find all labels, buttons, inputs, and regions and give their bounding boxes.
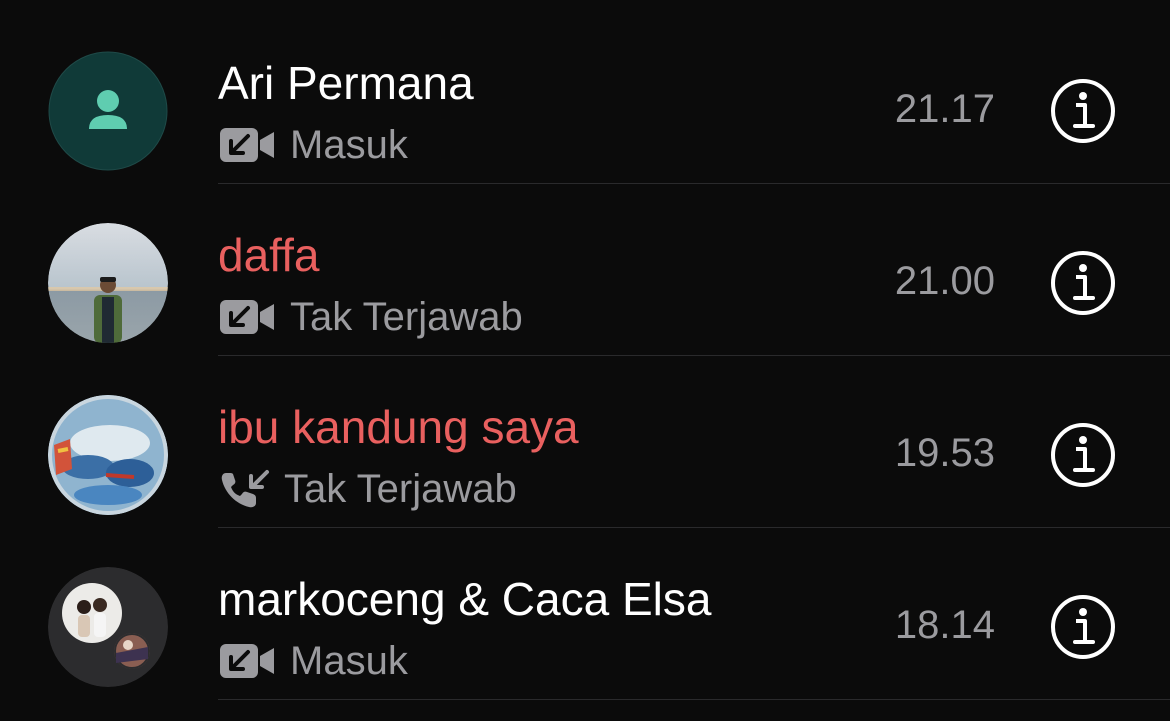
avatar[interactable] [48,51,168,171]
call-status-line: Tak Terjawab [220,464,517,514]
call-status: Tak Terjawab [290,295,523,339]
person-placeholder-icon [48,51,168,171]
avatar[interactable] [48,223,168,343]
call-status-line: Masuk [220,636,408,686]
contact-name: markoceng & Caca Elsa [218,573,712,625]
contact-name: Ari Permana [218,57,474,109]
info-icon[interactable] [1050,594,1116,660]
row-divider [218,699,1170,700]
call-row[interactable]: markoceng & Caca Elsa Masuk 18.14 [0,528,1170,700]
incoming-video-call-icon [220,644,274,678]
group-avatar [48,567,168,687]
call-time: 21.17 [894,87,995,131]
call-row[interactable]: Ari Permana Masuk 21.17 [0,12,1170,184]
avatar[interactable] [48,567,168,687]
info-icon[interactable] [1050,250,1116,316]
incoming-voice-call-icon [221,470,269,508]
calls-list: Ari Permana Masuk 21.17 daffa Tak Terjaw… [0,0,1170,721]
incoming-video-call-icon [220,300,274,334]
call-time: 21.00 [894,259,995,303]
contact-name: ibu kandung saya [218,401,579,453]
call-status-line: Tak Terjawab [220,292,523,342]
incoming-video-call-icon [220,128,274,162]
contact-name: daffa [218,229,320,281]
call-time: 18.14 [894,603,995,647]
info-icon[interactable] [1050,422,1116,488]
call-time: 19.53 [894,431,995,475]
profile-photo [48,395,168,515]
profile-photo [48,223,168,343]
avatar[interactable] [48,395,168,515]
call-status: Tak Terjawab [284,467,517,511]
call-row[interactable]: ibu kandung saya Tak Terjawab 19.53 [0,356,1170,528]
call-row[interactable]: daffa Tak Terjawab 21.00 [0,184,1170,356]
call-status: Masuk [290,123,408,167]
info-icon[interactable] [1050,78,1116,144]
call-status-line: Masuk [220,120,408,170]
call-status: Masuk [290,639,408,683]
